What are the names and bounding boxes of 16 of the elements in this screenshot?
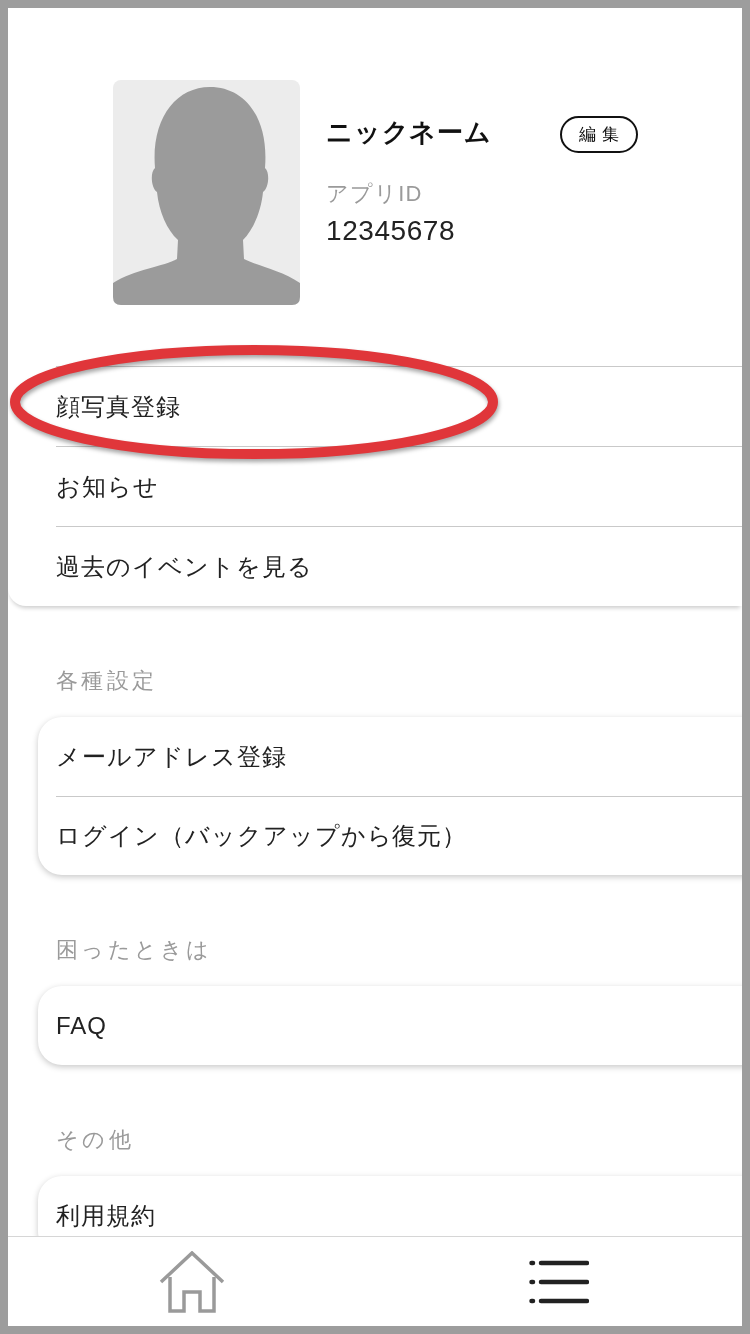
section-heading: 各種設定: [56, 667, 159, 695]
app-id-value: 12345678: [326, 214, 457, 248]
menu-icon: [528, 1259, 589, 1304]
menu-item[interactable]: メールアドレス登録: [56, 717, 742, 796]
edit-button[interactable]: 編集: [560, 116, 638, 153]
menu-item[interactable]: 過去のイベントを見る: [56, 526, 742, 606]
menu-item[interactable]: FAQ: [56, 986, 742, 1065]
menu-item[interactable]: 顔写真登録: [56, 366, 742, 446]
home-icon: [158, 1250, 225, 1313]
menu-item[interactable]: 利用規約: [56, 1176, 742, 1236]
menu-item[interactable]: お知らせ: [56, 446, 742, 526]
section-heading: その他: [56, 1126, 135, 1154]
nickname-text: ニックネーム: [326, 115, 492, 148]
section-heading: 困ったときは: [56, 936, 214, 964]
app-id-label: アプリID: [326, 180, 424, 208]
menu-item[interactable]: ログイン（バックアップから復元）: [56, 796, 742, 875]
